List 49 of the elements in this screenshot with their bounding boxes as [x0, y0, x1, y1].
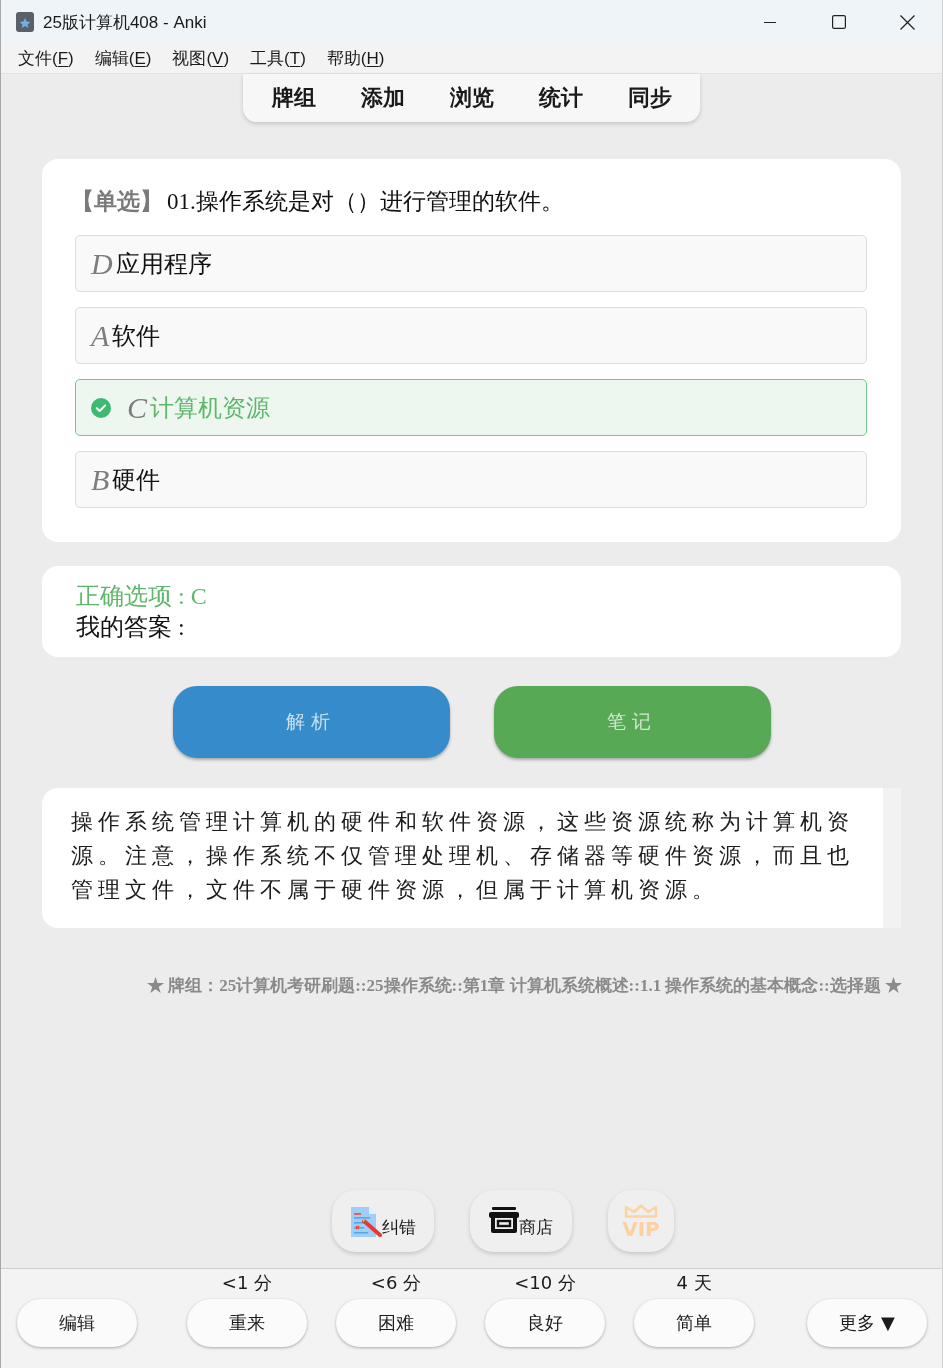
- interval-label: 4 天: [676, 1272, 712, 1293]
- crown-icon: [624, 1203, 658, 1218]
- app-icon: [16, 12, 34, 32]
- report-error-button[interactable]: 纠错: [332, 1190, 434, 1252]
- option-letter: D: [91, 248, 113, 279]
- my-answer-text: 我的答案 :: [76, 613, 186, 642]
- option-text: 硬件: [112, 465, 161, 495]
- deck-path-text: ★ 牌组：25计算机考研刷题::25操作系统::第1章 计算机系统概述::1.1 操作系统的基本概念::选择题 ★: [145, 975, 902, 997]
- menu-item[interactable]: 视图(V): [172, 47, 230, 70]
- nav-toolbar-item[interactable]: 牌组: [271, 83, 316, 113]
- menu-item[interactable]: 帮助(H): [326, 47, 385, 70]
- option-text: 软件: [112, 321, 161, 351]
- option-letter: A: [91, 320, 110, 351]
- document-pencil-icon: [350, 1207, 382, 1237]
- menu-item[interactable]: 工具(T): [250, 47, 306, 70]
- answer-option[interactable]: C计算机资源: [75, 379, 867, 436]
- store-button[interactable]: 商店: [470, 1190, 572, 1252]
- nav-toolbar-item[interactable]: 添加: [360, 83, 405, 113]
- ease-button[interactable]: 重来: [187, 1299, 307, 1347]
- window-title: 25版计算机408 - Anki: [43, 11, 207, 34]
- interval-label: <10 分: [514, 1272, 576, 1293]
- close-icon: [900, 14, 915, 30]
- check-circle-icon: [91, 397, 111, 418]
- answer-option[interactable]: D 应用程序: [75, 235, 867, 292]
- question-text: 01.操作系统是对（）进行管理的软件。: [167, 188, 564, 216]
- store-icon: [489, 1207, 519, 1233]
- interval-label: <6 分: [370, 1272, 422, 1293]
- option-letter: C: [127, 392, 147, 423]
- answer-option[interactable]: B硬件: [75, 451, 867, 508]
- nav-toolbar-item[interactable]: 同步: [627, 83, 672, 113]
- option-text: 应用程序: [115, 249, 212, 279]
- question-type-tag: 【单选】: [71, 186, 163, 218]
- correct-option-text: 正确选项 : C: [76, 582, 208, 611]
- ease-button[interactable]: 简单: [634, 1299, 754, 1347]
- option-text: 计算机资源: [150, 393, 270, 423]
- maximize-icon: [831, 15, 846, 29]
- menu-item[interactable]: 文件(F): [18, 47, 74, 70]
- option-letter: B: [91, 464, 110, 495]
- minimize-icon: [763, 21, 776, 23]
- ease-button[interactable]: 良好: [485, 1299, 605, 1347]
- nav-toolbar-item[interactable]: 统计: [538, 83, 583, 113]
- ease-button[interactable]: 困难: [336, 1299, 456, 1347]
- answer-option[interactable]: A软件: [75, 307, 867, 364]
- edit-button[interactable]: 编辑: [17, 1299, 137, 1347]
- interval-label: <1 分: [221, 1272, 273, 1293]
- more-button[interactable]: 更多 ▼: [807, 1299, 927, 1347]
- explanation-text: 操作系统管理计算机的硬件和软件资源，这些资源统称为计算机资源。注意，操作系统不仅管理处理机、存储器等硬件资源，而且也管理文件，文件不属于硬件资源，但属于计算机资源。: [71, 808, 855, 904]
- menu-item[interactable]: 编辑(E): [94, 47, 152, 70]
- nav-toolbar-item[interactable]: 浏览: [449, 83, 494, 113]
